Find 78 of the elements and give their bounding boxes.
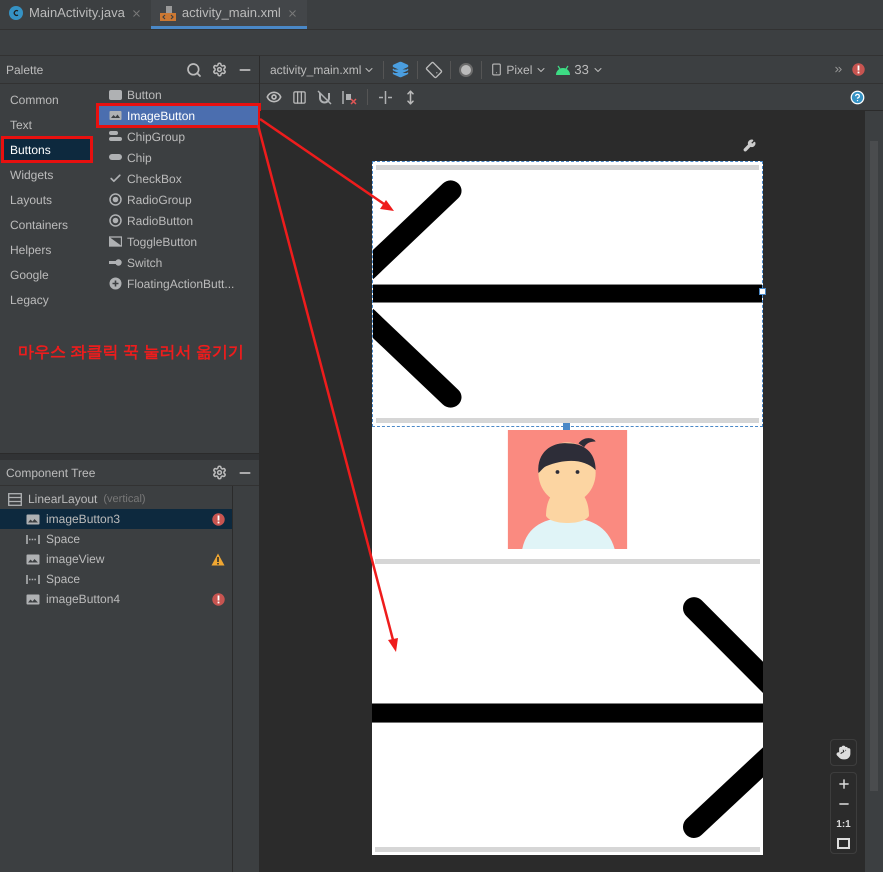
settings-icon[interactable] xyxy=(212,465,227,480)
eye-icon[interactable] xyxy=(266,89,282,105)
palette-item[interactable]: Chip xyxy=(98,147,259,168)
tree-item[interactable]: Space xyxy=(0,529,232,549)
palette-category[interactable]: Buttons xyxy=(2,137,92,162)
tree-item[interactable]: imageButton3 xyxy=(0,509,232,529)
warning-icon xyxy=(211,552,225,566)
tab-label: activity_main.xml xyxy=(182,4,281,22)
device-dropdown[interactable]: Pixel xyxy=(490,60,548,78)
add-circle-icon xyxy=(109,277,122,290)
palette-item[interactable]: FloatingActionButt... xyxy=(98,273,259,294)
phone-icon xyxy=(490,63,504,76)
palette-category[interactable]: Legacy xyxy=(2,287,92,312)
wrench-icon[interactable] xyxy=(743,139,756,152)
layout-file-dropdown[interactable]: activity_main.xml xyxy=(270,60,376,78)
palette-item[interactable]: ToggleButton xyxy=(98,231,259,252)
pan-button[interactable] xyxy=(830,739,857,766)
palette-category[interactable]: Containers xyxy=(2,212,92,237)
image-icon xyxy=(26,594,40,604)
more-icon[interactable] xyxy=(833,64,844,75)
panel-title: Palette xyxy=(6,62,44,78)
help-icon[interactable] xyxy=(850,90,865,104)
tab-label: MainActivity.java xyxy=(29,4,125,22)
image-icon xyxy=(26,514,40,524)
error-icon xyxy=(852,63,865,76)
radio-icon xyxy=(109,193,122,206)
palette-item[interactable]: ChipGroup xyxy=(98,126,259,147)
layers-icon[interactable] xyxy=(392,61,410,78)
palette-item[interactable]: Switch xyxy=(98,252,259,273)
chip-group-icon xyxy=(109,130,122,143)
toggle-icon xyxy=(109,235,122,248)
palette-item[interactable]: CheckBox xyxy=(98,168,259,189)
palette-category[interactable]: Helpers xyxy=(2,237,92,262)
palette-category[interactable]: Widgets xyxy=(2,162,92,187)
palette-item[interactable]: Button xyxy=(98,84,259,105)
settings-icon[interactable] xyxy=(212,62,227,77)
image-icon xyxy=(26,554,40,564)
magnet-off-icon[interactable] xyxy=(317,90,332,104)
error-icon xyxy=(212,512,225,526)
class-icon xyxy=(9,6,23,20)
close-icon[interactable] xyxy=(130,8,142,18)
tree-item[interactable]: Space xyxy=(0,569,232,589)
button-icon xyxy=(109,90,122,100)
theme-icon[interactable] xyxy=(459,62,474,76)
api-level-dropdown[interactable]: 33 xyxy=(555,60,604,80)
clear-constraints-icon[interactable] xyxy=(342,90,357,104)
android-icon xyxy=(555,64,572,74)
resize-handle[interactable] xyxy=(563,423,570,430)
space-icon xyxy=(26,574,40,584)
check-icon xyxy=(109,172,122,185)
panel-title: Component Tree xyxy=(6,464,96,482)
radio-icon xyxy=(109,214,122,227)
palette-category[interactable]: Text xyxy=(2,112,92,137)
layout-file-icon xyxy=(160,6,176,20)
zoom-in-icon[interactable] xyxy=(836,777,850,791)
fit-screen-icon[interactable] xyxy=(837,838,850,849)
columns-icon[interactable] xyxy=(292,90,307,104)
search-icon[interactable] xyxy=(186,62,202,78)
palette-category[interactable]: Layouts xyxy=(2,187,92,212)
palette-category[interactable]: Google xyxy=(2,262,92,287)
tree-item[interactable]: imageButton4 xyxy=(0,589,232,609)
error-icon xyxy=(212,592,225,606)
palette-item[interactable]: ImageButton xyxy=(98,105,259,126)
actual-size-button[interactable]: 1:1 xyxy=(836,817,851,832)
space-icon xyxy=(26,534,40,544)
expand-horizontal-icon[interactable] xyxy=(378,90,393,104)
hand-icon xyxy=(836,745,851,760)
editor-tab[interactable]: activity_main.xml xyxy=(150,0,307,29)
linear-layout-icon xyxy=(8,492,22,506)
tree-item[interactable]: imageView xyxy=(0,549,232,569)
palette-item[interactable]: RadioButton xyxy=(98,210,259,231)
image-icon xyxy=(109,109,122,122)
palette-item[interactable]: RadioGroup xyxy=(98,189,259,210)
editor-tab[interactable]: MainActivity.java xyxy=(0,0,151,29)
resize-handle[interactable] xyxy=(759,288,766,295)
palette-category[interactable]: Common xyxy=(2,87,92,112)
annotation-text: 마우스 좌클릭 꾹 눌러서 옮기기 xyxy=(18,343,244,363)
tree-item[interactable]: LinearLayout (vertical) xyxy=(0,489,232,509)
